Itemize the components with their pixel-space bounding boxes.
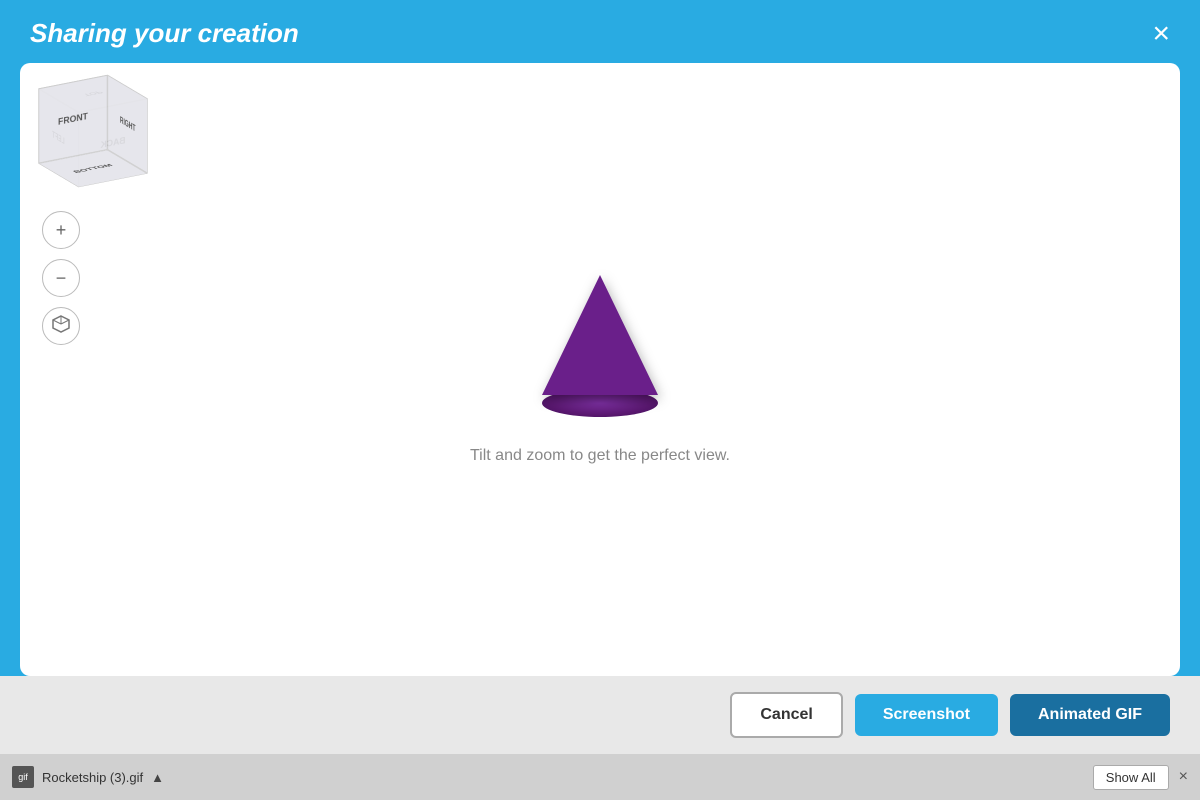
cube-3d: FRONT BACK LEFT RIGHT TOP BOTTOM	[58, 87, 127, 176]
modal-container: Sharing your creation × FRONT BACK LEFT …	[0, 0, 1200, 754]
show-all-button[interactable]: Show All	[1093, 765, 1169, 790]
action-bar: Cancel Screenshot Animated GIF	[0, 676, 1200, 754]
file-type-icon: gif	[12, 766, 34, 788]
zoom-in-icon: +	[56, 220, 67, 241]
status-file-info: gif Rocketship (3).gif ▲	[12, 766, 164, 788]
reset-view-button[interactable]	[42, 307, 80, 345]
zoom-in-button[interactable]: +	[42, 211, 80, 249]
file-name-label: Rocketship (3).gif	[42, 770, 143, 785]
zoom-out-button[interactable]: −	[42, 259, 80, 297]
animated-gif-button[interactable]: Animated GIF	[1010, 694, 1170, 736]
modal-close-button[interactable]: ×	[1152, 19, 1170, 49]
cancel-button[interactable]: Cancel	[730, 692, 842, 738]
cube-navigator[interactable]: FRONT BACK LEFT RIGHT TOP BOTTOM	[38, 81, 148, 201]
modal-title: Sharing your creation	[30, 18, 299, 49]
status-bar-right: Show All ×	[1093, 765, 1188, 790]
reset-view-icon	[51, 314, 71, 339]
status-close-button[interactable]: ×	[1179, 768, 1188, 786]
viewport-controls: + −	[42, 211, 80, 345]
cube-face-front: FRONT	[38, 75, 107, 164]
modal-header: Sharing your creation ×	[0, 0, 1200, 63]
status-bar: gif Rocketship (3).gif ▲ Show All ×	[0, 754, 1200, 800]
viewport-area: FRONT BACK LEFT RIGHT TOP BOTTOM	[20, 63, 1180, 676]
viewport-hint-text: Tilt and zoom to get the perfect view.	[470, 447, 730, 465]
file-chevron-icon[interactable]: ▲	[151, 770, 164, 785]
screenshot-button[interactable]: Screenshot	[855, 694, 998, 736]
zoom-out-icon: −	[56, 268, 67, 289]
3d-model-cone	[542, 275, 658, 417]
cone-body	[542, 275, 658, 395]
